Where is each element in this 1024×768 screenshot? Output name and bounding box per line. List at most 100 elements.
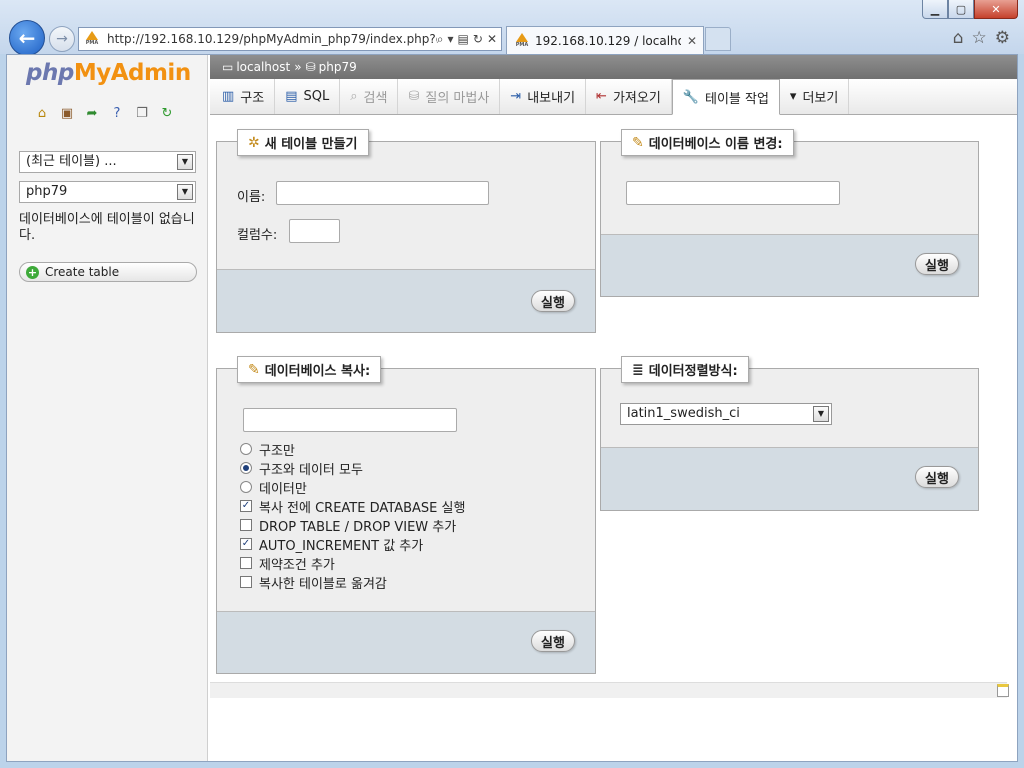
dropdown-icon[interactable]: ▾ [448, 32, 454, 47]
create-table-button[interactable]: + Create table [19, 262, 197, 282]
browser-chrome: ▁ ▢ ✕ ← → PMA http://192.168.10.129/phpM… [0, 0, 1024, 56]
nav-icon-row: ⌂ ▣ ➦ ? ❐ ↻ [34, 105, 175, 121]
favorites-star-icon[interactable]: ☆ [972, 28, 987, 48]
radio-structure-and-data[interactable]: 구조와 데이터 모두 [240, 459, 363, 478]
collation-fieldset: ≣ 데이터정렬방식: latin1_swedish_ci ▼ 실행 [600, 356, 979, 511]
docs-icon[interactable]: ? [109, 105, 125, 121]
settings-gear-icon[interactable]: ⚙ [995, 28, 1010, 48]
database-icon: ⛁ [305, 60, 316, 74]
tab-operations[interactable]: 🔧 테이블 작업 [671, 79, 780, 115]
collation-legend: ≣ 데이터정렬방식: [621, 356, 749, 383]
close-window-button[interactable]: ✕ [974, 0, 1018, 19]
forward-button[interactable]: → [49, 26, 75, 52]
plus-icon: + [26, 265, 39, 279]
radio-data-only[interactable]: 데이터만 [240, 478, 307, 497]
tab-query[interactable]: ⛁ 질의 마법사 [398, 79, 501, 114]
no-tables-message: 데이터베이스에 테이블이 없습니다. [19, 212, 195, 243]
tab-export[interactable]: ⇥ 내보내기 [500, 79, 587, 114]
tab-favicon-icon: PMA [513, 32, 531, 49]
database-select[interactable]: php79 ▼ [19, 181, 196, 203]
home-icon[interactable]: ⌂ [953, 28, 964, 48]
table-name-input[interactable] [276, 181, 489, 205]
pma-favicon-icon: PMA [83, 31, 101, 47]
checkbox-switch-to-copy[interactable]: 복사한 테이블로 옮겨감 [240, 573, 387, 592]
checkbox-drop-table[interactable]: DROP TABLE / DROP VIEW 추가 [240, 516, 456, 535]
fieldset-footer: 실행 [217, 611, 595, 673]
column-count-input[interactable] [289, 219, 340, 243]
navigation-panel: phpMyAdmin ⌂ ▣ ➦ ? ❐ ↻ (최근 테이블) ... ▼ ph… [7, 55, 208, 761]
new-tab-button[interactable] [705, 27, 731, 51]
maximize-button[interactable]: ▢ [948, 0, 974, 19]
pencil-icon: ✎ [248, 361, 260, 378]
console-note-icon[interactable] [997, 684, 1009, 697]
address-bar[interactable]: PMA http://192.168.10.129/phpMyAdmin_php… [78, 27, 502, 51]
back-arrow-icon: ← [18, 26, 36, 50]
new-table-icon: ✲ [248, 134, 260, 151]
radio-structure-only[interactable]: 구조만 [240, 440, 295, 459]
tab-search[interactable]: ⌕ 검색 [340, 79, 399, 114]
phpmyadmin-logo[interactable]: phpMyAdmin [26, 60, 191, 86]
chevron-down-icon: ▼ [813, 406, 829, 422]
search-icon[interactable]: ⌕ [437, 32, 444, 47]
tab-more[interactable]: ▾ 더보기 [780, 79, 850, 114]
breadcrumb: ▭ localhost » ⛁ php79 [210, 55, 1017, 79]
url-text[interactable]: http://192.168.10.129/phpMyAdmin_php79/i… [107, 32, 437, 46]
minimize-button[interactable]: ▁ [922, 0, 948, 19]
structure-icon: ▥ [222, 89, 235, 104]
chevron-down-icon: ▼ [177, 154, 193, 170]
create-table-go-button[interactable]: 실행 [531, 290, 575, 312]
table-name-label: 이름: [237, 190, 266, 205]
window-controls: ▁ ▢ ✕ [922, 0, 1018, 19]
checkbox-create-database[interactable]: ✓ 복사 전에 CREATE DATABASE 실행 [240, 497, 465, 516]
collation-go-button[interactable]: 실행 [915, 466, 959, 488]
home-icon[interactable]: ⌂ [34, 105, 50, 121]
rename-db-fieldset: ✎ 데이터베이스 이름 변경: 실행 [600, 129, 979, 297]
exit-icon[interactable]: ▣ [59, 105, 75, 121]
search-icon: ⌕ [350, 89, 358, 104]
tab-title: 192.168.10.129 / localhos... [535, 33, 681, 48]
page-frame: phpMyAdmin ⌂ ▣ ➦ ? ❐ ↻ (최근 테이블) ... ▼ ph… [6, 54, 1018, 762]
checkbox-auto-increment[interactable]: ✓ AUTO_INCREMENT 값 추가 [240, 535, 423, 554]
copy-db-legend: ✎ 데이터베이스 복사: [237, 356, 382, 383]
tab-sql[interactable]: ▤ SQL [275, 79, 341, 114]
check-icon: ✓ [240, 538, 252, 550]
sql-icon: ▤ [285, 89, 298, 104]
tab-structure[interactable]: ▥ 구조 [212, 79, 276, 114]
create-table-fieldset: ✲ 새 테이블 만들기 이름: 컬럼수: 실행 [216, 129, 596, 333]
fieldset-footer: 실행 [601, 447, 978, 510]
tab-bar: ▥ 구조 ▤ SQL ⌕ 검색 ⛁ 질의 마법사 ⇥ 내보내기 ⇤ 가져오기 🔧 테이블 작업… [210, 79, 1017, 115]
more-icon: ▾ [789, 89, 797, 104]
tab-close-icon[interactable]: ✕ [681, 34, 703, 48]
copy-db-go-button[interactable]: 실행 [531, 630, 575, 652]
collation-select[interactable]: latin1_swedish_ci ▼ [620, 403, 832, 425]
copy-db-name-input[interactable] [243, 408, 457, 432]
copy-db-fieldset: ✎ 데이터베이스 복사: 구조만 구조와 데이터 모두 데이터만 ✓ 복사 전에 … [216, 356, 596, 674]
column-count-label: 컬럼수: [237, 228, 278, 243]
refresh-icon[interactable]: ↻ [473, 32, 483, 47]
recent-tables-select[interactable]: (최근 테이블) ... ▼ [19, 151, 196, 173]
copy-icon[interactable]: ❐ [134, 105, 150, 121]
tab-import[interactable]: ⇤ 가져오기 [586, 79, 672, 114]
breadcrumb-database[interactable]: php79 [319, 60, 357, 74]
rename-db-go-button[interactable]: 실행 [915, 253, 959, 275]
export-icon: ⇥ [510, 89, 522, 104]
import-icon: ⇤ [596, 89, 607, 104]
operations-icon: 🔧 [682, 89, 699, 105]
new-db-name-input[interactable] [626, 181, 840, 205]
compat-view-icon[interactable]: ▤ [458, 32, 469, 47]
horizontal-scrollbar[interactable] [210, 682, 1007, 698]
breadcrumb-server[interactable]: localhost [236, 60, 290, 74]
query-window-icon[interactable]: ➦ [84, 105, 100, 121]
back-button[interactable]: ← [9, 20, 45, 56]
forward-arrow-icon: → [56, 31, 68, 47]
stop-icon[interactable]: ✕ [487, 32, 497, 47]
reload-icon[interactable]: ↻ [159, 105, 175, 121]
fieldset-footer: 실행 [601, 234, 978, 296]
chevron-down-icon: ▼ [177, 184, 193, 200]
main-content: ▭ localhost » ⛁ php79 ▥ 구조 ▤ SQL ⌕ 검색 ⛁ 질의 마… [210, 55, 1017, 761]
browser-tab[interactable]: PMA 192.168.10.129 / localhos... ✕ [506, 26, 704, 54]
query-icon: ⛁ [408, 89, 420, 104]
checkbox-constraints[interactable]: 제약조건 추가 [240, 554, 335, 573]
create-table-legend: ✲ 새 테이블 만들기 [237, 129, 369, 156]
server-icon: ▭ [222, 60, 234, 74]
